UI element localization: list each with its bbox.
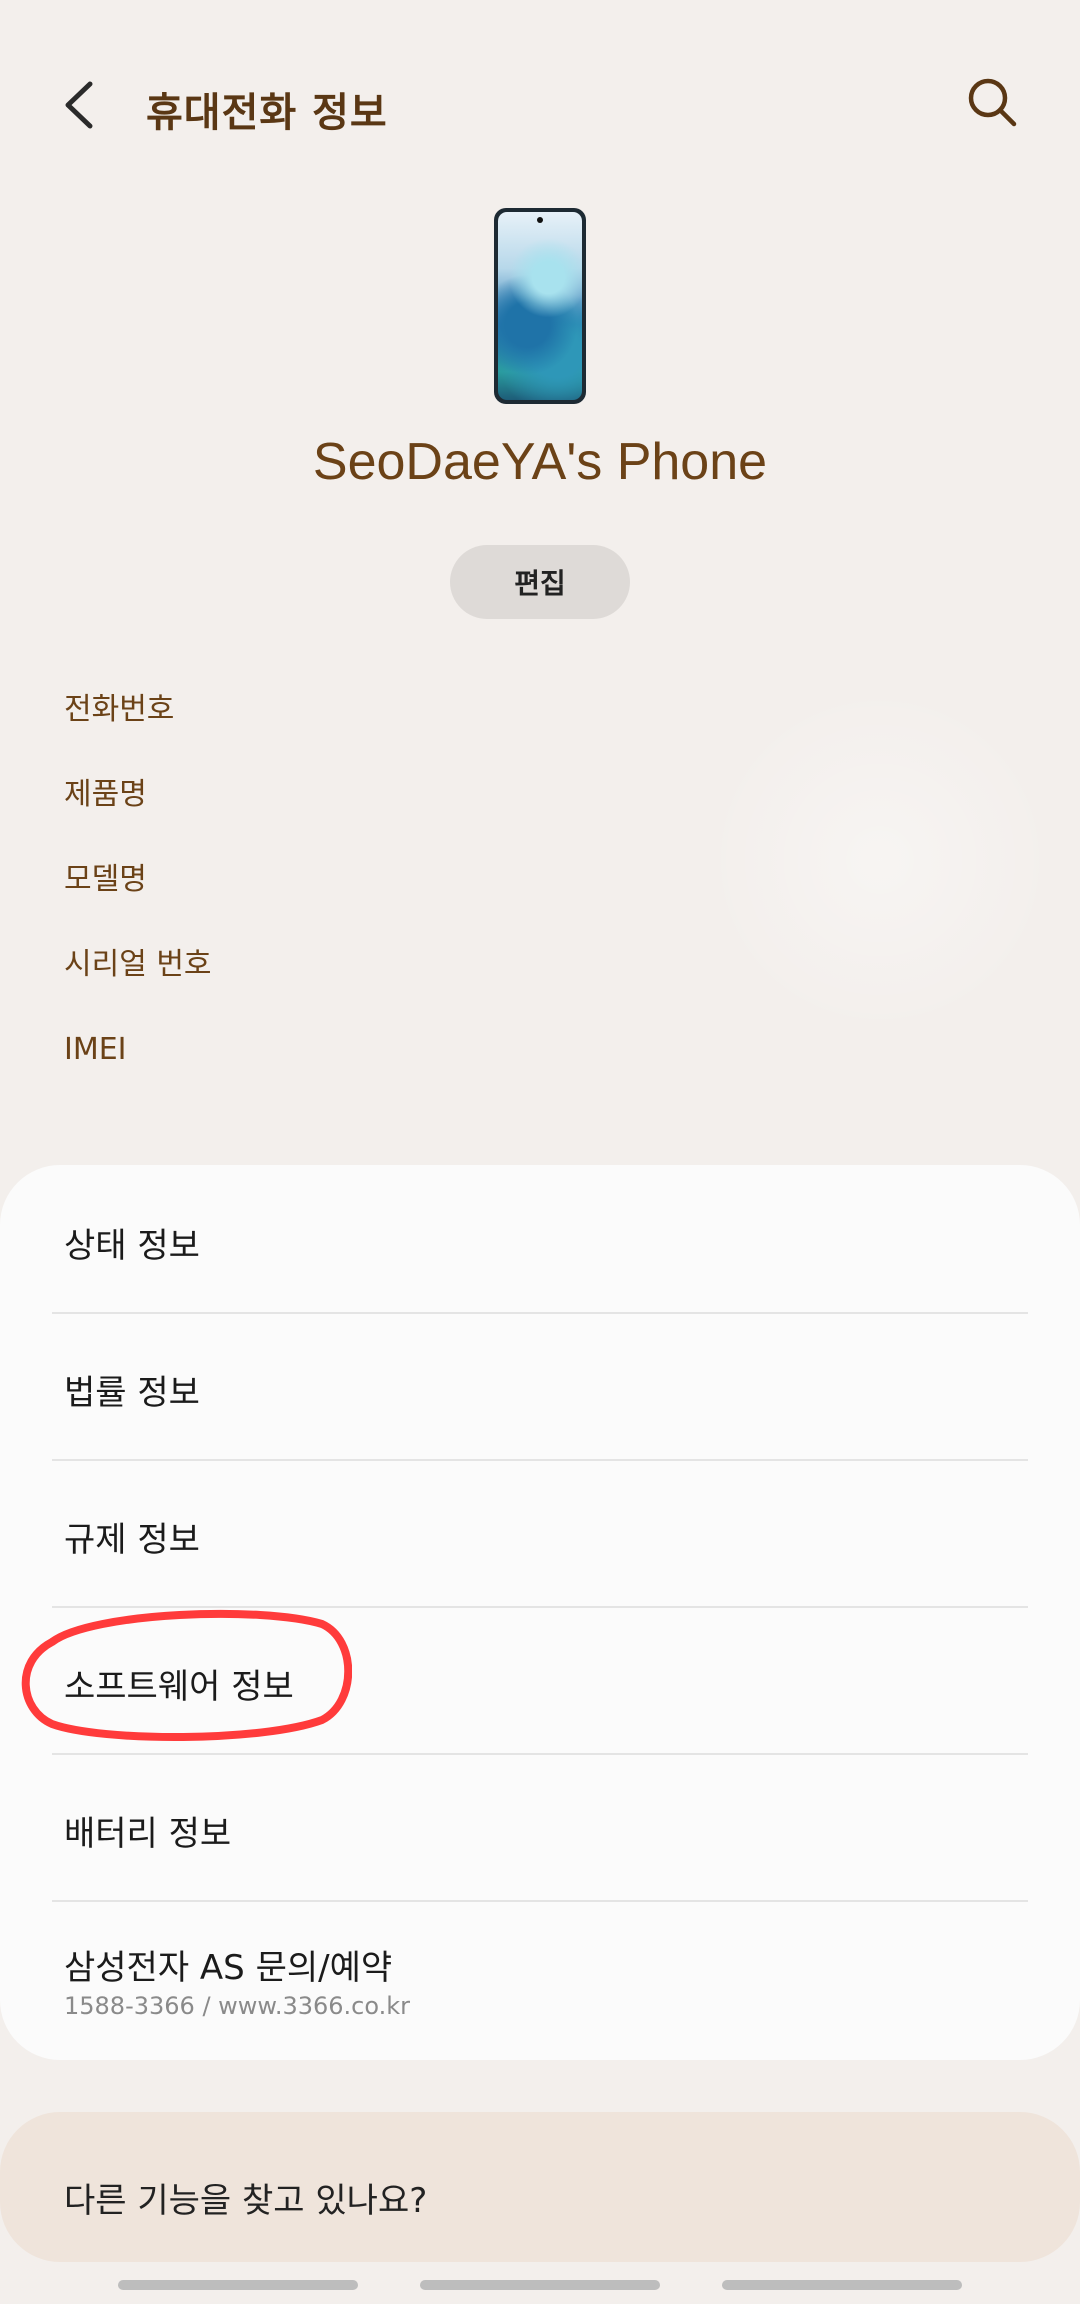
- back-arrow-icon: [65, 81, 93, 129]
- page-title: 휴대전화 정보: [146, 90, 388, 136]
- info-model-name[interactable]: 모델명: [64, 860, 212, 945]
- app-header: 휴대전화 정보: [0, 0, 1080, 210]
- menu-item-sublabel: 1588-3366 / www.3366.co.kr: [64, 1992, 411, 2020]
- info-imei[interactable]: IMEI: [64, 1030, 212, 1115]
- divider: [52, 1900, 1028, 1902]
- divider: [52, 1312, 1028, 1314]
- device-name: SeoDaeYA's Phone: [312, 433, 768, 491]
- device-image: [494, 208, 586, 404]
- menu-item-label: 삼성전자 AS 문의/예약: [64, 1948, 393, 1988]
- menu-item-label: 법률 정보: [64, 1373, 200, 1413]
- edit-button[interactable]: 편집: [450, 545, 630, 619]
- device-camera: [537, 217, 543, 223]
- nav-handle-left[interactable]: [118, 2280, 358, 2290]
- info-product-name[interactable]: 제품명: [64, 775, 212, 860]
- divider: [52, 1753, 1028, 1755]
- menu-item-battery-info[interactable]: 배터리 정보: [0, 1788, 1080, 1900]
- search-button[interactable]: [962, 72, 1022, 132]
- menu-item-status-info[interactable]: 상태 정보: [0, 1200, 1080, 1312]
- menu-item-label: 상태 정보: [64, 1226, 200, 1266]
- menu-item-legal-info[interactable]: 법률 정보: [0, 1347, 1080, 1459]
- nav-handle-center[interactable]: [420, 2280, 660, 2290]
- menu-item-label: 규제 정보: [64, 1520, 200, 1560]
- divider: [52, 1459, 1028, 1461]
- nav-handle-right[interactable]: [722, 2280, 962, 2290]
- background-decoration: [700, 660, 1060, 1060]
- highlight-circle-annotation: [21, 1609, 352, 1742]
- info-phone-number[interactable]: 전화번호: [64, 690, 212, 775]
- menu-item-label: 배터리 정보: [64, 1814, 232, 1854]
- menu-item-regulatory-info[interactable]: 규제 정보: [0, 1494, 1080, 1606]
- find-features-label: 다른 기능을 찾고 있나요?: [64, 2181, 428, 2221]
- device-screen: [498, 212, 582, 400]
- menu-item-samsung-service[interactable]: 삼성전자 AS 문의/예약 1588-3366 / www.3366.co.kr: [0, 1930, 1080, 2050]
- info-serial-number[interactable]: 시리얼 번호: [64, 945, 212, 1030]
- search-icon: [968, 78, 1017, 127]
- device-info-list: 전화번호 제품명 모델명 시리얼 번호 IMEI: [64, 690, 212, 1115]
- back-button[interactable]: [54, 70, 114, 140]
